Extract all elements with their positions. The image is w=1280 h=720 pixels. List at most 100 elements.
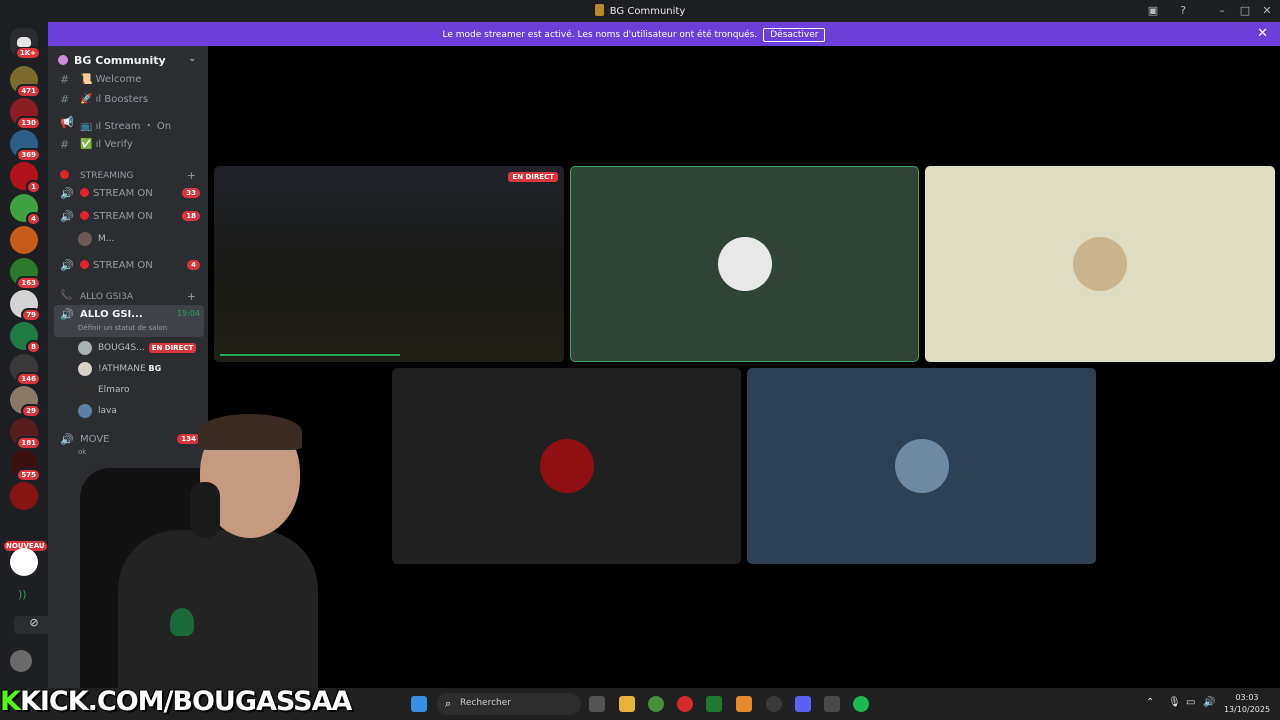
mention-count: 4	[187, 260, 200, 270]
disable-streamer-mode-button[interactable]: Désactiver	[763, 28, 826, 42]
add-channel-icon[interactable]: +	[187, 169, 196, 182]
server-badge: 369	[16, 148, 41, 162]
user-name: Elmaro	[98, 385, 130, 395]
minimize-button[interactable]: –	[1214, 3, 1230, 19]
user-name: !ATHMANE	[98, 364, 146, 374]
server-icon[interactable]	[10, 226, 38, 254]
volume-icon[interactable]: 🔊	[1203, 697, 1215, 708]
participant-tile[interactable]	[392, 368, 741, 564]
streaming-app-icon[interactable]	[766, 696, 782, 712]
kick-logo-icon: K	[0, 686, 21, 717]
video-progress-bar	[220, 354, 400, 356]
title-bar: BG Community ▣ ? – □ ✕	[0, 0, 1280, 22]
user-name-wrap: !ATHMANE BG	[98, 364, 161, 374]
opera-icon[interactable]	[677, 696, 693, 712]
server-badge: 29	[21, 404, 41, 418]
red-dot-icon	[80, 211, 89, 220]
system-clock[interactable]: 03:03 13/10/2025	[1222, 692, 1272, 716]
avatar	[894, 439, 949, 493]
channel-stream-on[interactable]: 📢 📺 ıl Stream ・ On	[54, 113, 204, 133]
speaker-icon: 🔊	[60, 308, 74, 321]
server-icon[interactable]: 79	[10, 290, 41, 322]
server-icon[interactable]: 471	[10, 66, 41, 98]
server-icon[interactable]: 4	[10, 194, 41, 226]
inbox-icon[interactable]: ▣	[1145, 3, 1161, 19]
windows-start-icon[interactable]	[411, 696, 427, 712]
file-explorer-icon[interactable]	[619, 696, 635, 712]
server-icon[interactable]: 163	[10, 258, 41, 290]
task-view-icon[interactable]	[589, 696, 605, 712]
close-icon[interactable]: ✕	[1257, 26, 1268, 41]
server-icon[interactable]: 130	[10, 98, 41, 130]
channel-welcome[interactable]: # 📜 Welcome	[54, 70, 204, 90]
window-title: BG Community	[0, 4, 1280, 17]
stream-tile[interactable]: EN DIRECT	[214, 166, 564, 362]
chrome-server-icon[interactable]	[10, 548, 38, 576]
clock-date: 13/10/2025	[1223, 705, 1271, 714]
maximize-button[interactable]: □	[1237, 3, 1253, 19]
chevron-down-icon[interactable]: ⌄	[188, 54, 196, 64]
notice-message: Le mode streamer est activé. Les noms d'…	[442, 30, 758, 40]
user-tag: BG	[148, 364, 162, 373]
server-icon[interactable]: 369	[10, 130, 41, 162]
server-icon[interactable]: 181	[10, 418, 41, 450]
channel-verify[interactable]: # ✅ ıl Verify	[54, 135, 204, 155]
webcam-overlay	[40, 414, 320, 700]
avatar	[78, 341, 92, 355]
voice-channel-stream-on-1[interactable]: 🔊 STREAM ON 33	[54, 184, 204, 204]
microphone-icon[interactable]: 🎙	[1168, 697, 1181, 708]
channel-status[interactable]: Définir un statut de salon	[78, 324, 167, 332]
close-window-button[interactable]: ✕	[1259, 3, 1275, 19]
clock-time: 03:03	[1235, 693, 1259, 702]
help-icon[interactable]: ?	[1175, 3, 1191, 19]
channel-label-wrap: STREAM ON	[80, 188, 153, 199]
app-icon	[594, 4, 604, 16]
obs-icon[interactable]	[706, 696, 722, 712]
channel-boosters[interactable]: # 🚀 ıl Boosters	[54, 90, 204, 110]
speaking-participant-tile[interactable]	[570, 166, 919, 362]
server-icon[interactable]	[10, 482, 38, 510]
participant-tile[interactable]	[925, 166, 1275, 362]
user-name: BOUG4S...	[98, 343, 145, 353]
server-badge: 79	[21, 308, 41, 322]
app-window: BG Community ▣ ? – □ ✕ Le mode streamer …	[0, 0, 1280, 720]
user-name: lava	[98, 406, 117, 416]
app-icon[interactable]	[736, 696, 752, 712]
discord-icon[interactable]	[795, 696, 811, 712]
server-badge: 163	[16, 276, 41, 290]
channel-label: STREAM ON	[93, 211, 153, 222]
streamer-mode-notice: Le mode streamer est activé. Les noms d'…	[48, 22, 1280, 46]
server-icon[interactable]: 8	[10, 322, 41, 354]
chrome-icon[interactable]	[648, 696, 664, 712]
channel-label: ALLO GSI...	[80, 309, 143, 320]
home-button[interactable]: 1K+	[10, 28, 41, 60]
server-badge: 4	[26, 212, 41, 226]
mention-count: 33	[182, 188, 200, 198]
category-streaming[interactable]: STREAMING +	[54, 168, 204, 184]
channel-label-wrap: STREAM ON	[80, 211, 153, 222]
add-channel-icon[interactable]: +	[187, 290, 196, 303]
server-icon[interactable]: 1	[10, 162, 41, 194]
server-icon[interactable]: 146	[10, 354, 41, 386]
voice-channel-stream-on-3[interactable]: 🔊 STREAM ON 4	[54, 256, 204, 276]
chevron-up-icon[interactable]: ⌃	[1146, 697, 1154, 708]
jersey-crest	[170, 608, 194, 636]
voice-channel-stream-on-2[interactable]: 🔊 STREAM ON 18	[54, 207, 204, 227]
app-icon[interactable]	[824, 696, 840, 712]
channel-label: 🚀 ıl Boosters	[80, 94, 149, 105]
channel-label: 📜 Welcome	[80, 74, 142, 85]
spotify-icon[interactable]	[853, 696, 869, 712]
avatar	[78, 383, 92, 397]
taskbar-search[interactable]: ⌕ Rechercher	[437, 693, 581, 715]
voice-channel-allo-selected[interactable]: 🔊 ALLO GSI... 19:04 Définir un statut de sa…	[54, 305, 204, 337]
channel-label: STREAM ON	[93, 260, 153, 271]
participant-tile[interactable]	[747, 368, 1096, 564]
network-icon[interactable]: ▭	[1186, 697, 1195, 708]
user-avatar[interactable]	[10, 650, 32, 672]
category-allo[interactable]: 📞 ALLO GSI3A +	[54, 289, 204, 305]
server-icon[interactable]: 29	[10, 386, 41, 418]
speaker-icon: 🔊	[60, 187, 74, 200]
avatar	[1073, 237, 1127, 291]
avatar	[78, 404, 92, 418]
server-icon[interactable]: 575	[10, 450, 41, 482]
